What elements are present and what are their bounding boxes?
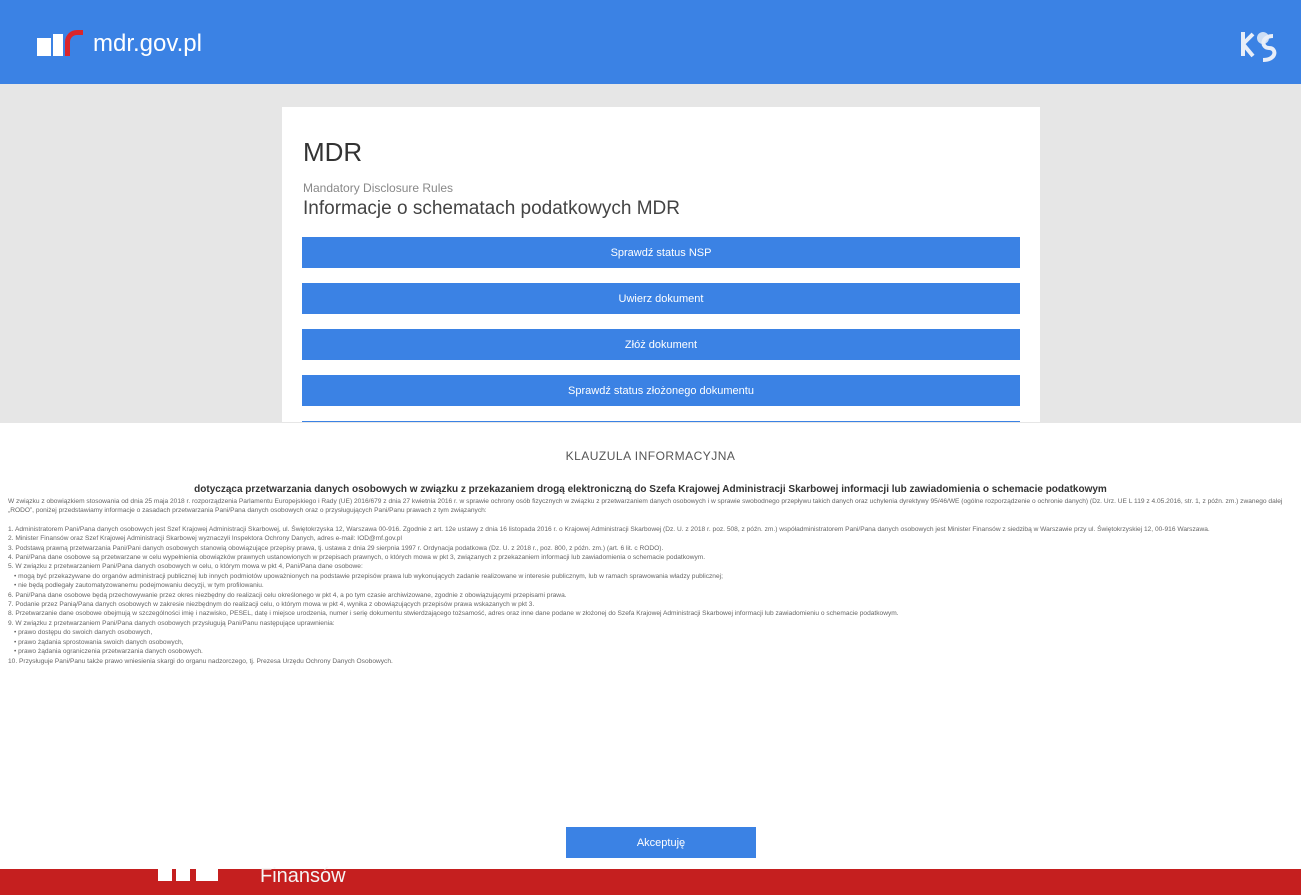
footer-text: Finansów: [260, 865, 346, 887]
check-nsp-status-button[interactable]: Sprawdź status NSP: [302, 237, 1020, 268]
kas-logo-icon: [1241, 32, 1277, 62]
footer-logo-icon: [150, 869, 250, 881]
modal-body: W związku z obowiązkiem stosowania od dn…: [8, 497, 1293, 666]
clause-bullet: • nie będą podlegały zautomatyzowanemu p…: [14, 582, 264, 590]
footer: Finansów: [0, 865, 1301, 895]
modal-subtitle: dotycząca przetwarzania danych osobowych…: [194, 484, 1107, 495]
accept-button[interactable]: Akceptuję: [566, 827, 756, 858]
ministry-logo-icon: [37, 30, 89, 58]
clause-point: 2. Minister Finansów oraz Szef Krajowej …: [8, 535, 402, 543]
clause-point: 1. Administratorem Pani/Pana danych osob…: [8, 525, 1210, 533]
mdr-card: MDR Mandatory Disclosure Rules Informacj…: [282, 107, 1040, 422]
information-clause-modal: KLAUZULA INFORMACYJNA dotycząca przetwar…: [0, 423, 1301, 869]
top-bar: mdr.gov.pl: [0, 0, 1301, 84]
clause-point: 6. Pani/Pana dane osobowe będą przechowy…: [8, 591, 567, 599]
clause-point: 10. Przysługuje Pani/Panu także prawo wn…: [8, 657, 393, 665]
page-title: MDR: [303, 137, 363, 167]
clause-point: 7. Podanie przez Panią/Pana danych osobo…: [8, 601, 535, 609]
clause-bullet: • prawo żądania sprostowania swoich dany…: [14, 638, 184, 646]
site-name: mdr.gov.pl: [93, 30, 202, 57]
modal-title: KLAUZULA INFORMACYJNA: [565, 449, 736, 463]
clause-point: 3. Podstawą prawną przetwarzania Pani/Pa…: [8, 544, 664, 552]
clause-bullet: • prawo żądania ograniczenia przetwarzan…: [14, 648, 203, 656]
check-submitted-document-status-button[interactable]: Sprawdź status złożonego dokumentu: [302, 375, 1020, 406]
clause-bullet: • mogą być przekazywane do organów admin…: [14, 572, 723, 580]
clause-point: 5. W związku z przetwarzaniem Pani/Pana …: [8, 563, 363, 571]
page-heading: Informacje o schematach podatkowych MDR: [303, 198, 680, 219]
authenticate-document-button[interactable]: Uwierz dokument: [302, 283, 1020, 314]
site-logo[interactable]: mdr.gov.pl: [37, 30, 202, 58]
clause-point: 8. Przetwarzanie dane osobowe obejmują w…: [8, 610, 899, 618]
card-divider: [302, 421, 1020, 422]
clause-bullet: • prawo dostępu do swoich danych osobowy…: [14, 629, 153, 637]
page-subtitle: Mandatory Disclosure Rules: [303, 181, 454, 195]
submit-document-button[interactable]: Złóż dokument: [302, 329, 1020, 360]
clause-point: 4. Pani/Pana dane osobowe są przetwarzan…: [8, 554, 706, 562]
clause-point: 9. W związku z przetwarzaniem Pani/Pana …: [8, 619, 335, 627]
intro-paragraph: W związku z obowiązkiem stosowania od dn…: [8, 498, 1283, 515]
